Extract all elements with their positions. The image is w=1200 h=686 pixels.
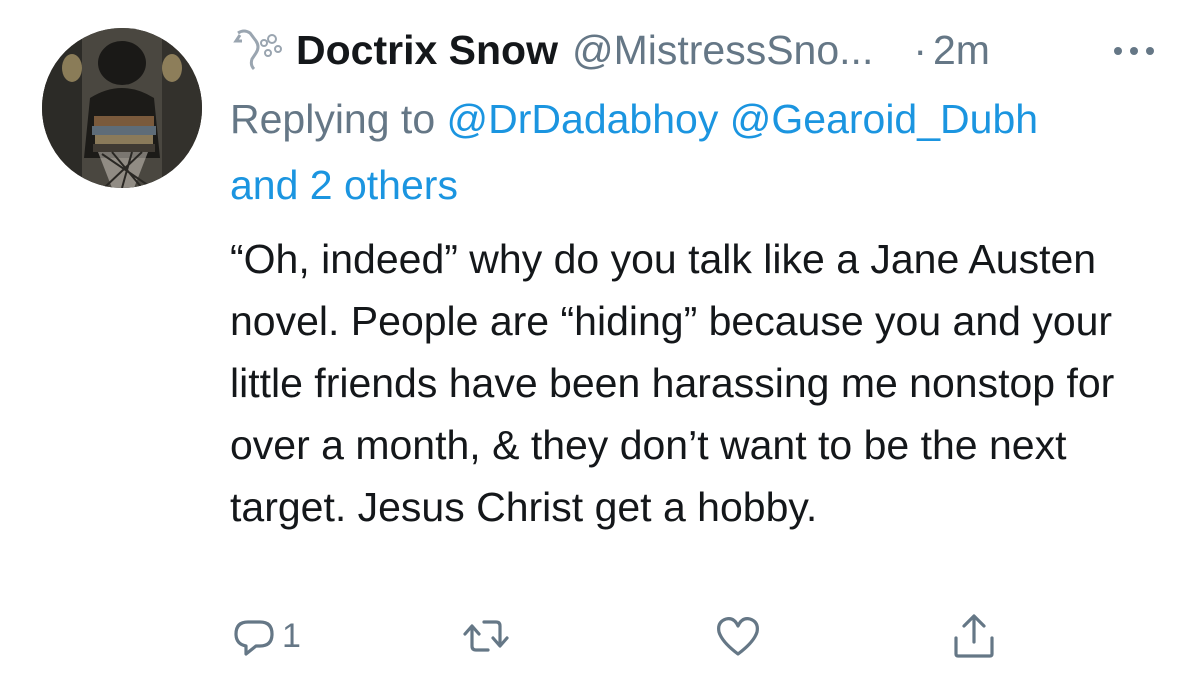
- action-bar: 1: [230, 608, 1030, 664]
- replying-to: Replying to @DrDadabhoy @Gearoid_Dubh an…: [230, 86, 1170, 218]
- reply-bubble-icon: [234, 620, 274, 656]
- share-icon: [954, 614, 994, 658]
- share-button[interactable]: [950, 608, 998, 664]
- retweet-button[interactable]: [462, 608, 510, 664]
- retweet-icon: [463, 620, 509, 652]
- reply-button[interactable]: 1: [230, 608, 301, 664]
- like-button[interactable]: [714, 608, 762, 664]
- display-name[interactable]: Doctrix Snow: [296, 27, 558, 74]
- others-link[interactable]: and 2 others: [230, 162, 458, 208]
- tweet-text: “Oh, indeed” why do you talk like a Jane…: [230, 236, 1126, 530]
- separator-dot: ·: [913, 26, 927, 73]
- heart-icon: [717, 617, 759, 656]
- mention-link[interactable]: @Gearoid_Dubh: [730, 96, 1038, 142]
- tweet-header: Doctrix Snow @MistressSno... · 2m: [230, 22, 1190, 78]
- replying-prefix: Replying to: [230, 96, 436, 142]
- more-dots-icon[interactable]: [1112, 44, 1156, 58]
- avatar[interactable]: [42, 28, 202, 188]
- avatar-image: [42, 28, 202, 188]
- seahorse-icon: [233, 29, 282, 71]
- reply-count: 1: [282, 616, 301, 655]
- mention-link[interactable]: @DrDadabhoy: [447, 96, 719, 142]
- user-handle[interactable]: @MistressSno...: [572, 27, 873, 74]
- tweet-timestamp[interactable]: 2m: [933, 27, 990, 74]
